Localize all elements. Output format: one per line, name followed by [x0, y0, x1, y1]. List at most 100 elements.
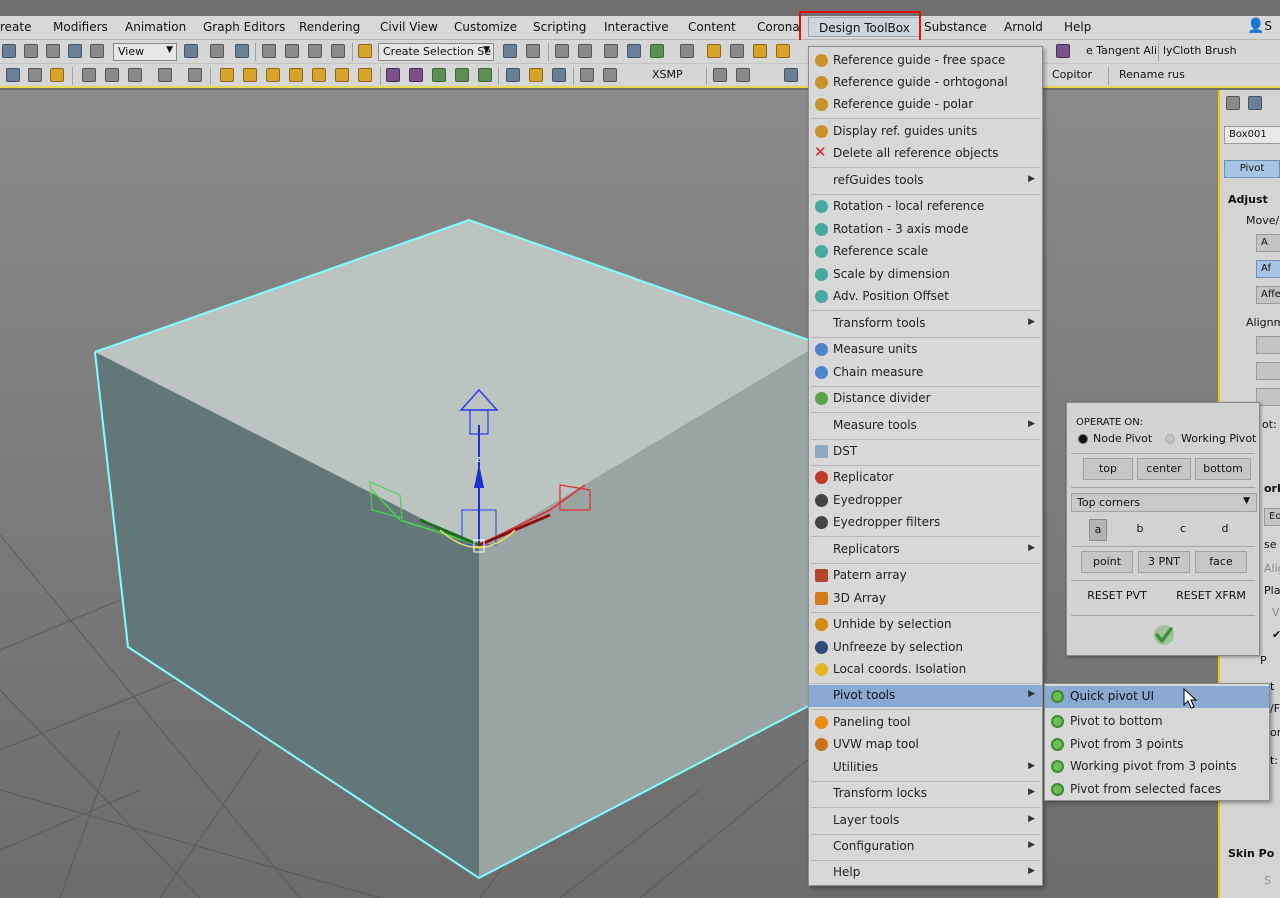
clipboard-icon[interactable] [580, 68, 594, 82]
align-icon[interactable] [526, 44, 540, 58]
box-icon[interactable] [220, 68, 234, 82]
menu-civil-view[interactable]: Civil View [380, 20, 438, 34]
working-pivot-radio[interactable] [1165, 434, 1175, 444]
foliage-icon[interactable] [432, 68, 446, 82]
menu-interactive[interactable]: Interactive [604, 20, 669, 34]
torus-icon[interactable] [266, 68, 280, 82]
point-button[interactable]: point [1081, 551, 1133, 573]
skin-pose-rollout-title[interactable]: Skin Po [1228, 847, 1274, 860]
menu-content[interactable]: Content [688, 20, 736, 34]
menu-item-replicator[interactable]: Replicator [809, 467, 1042, 489]
reset-pivot-button[interactable]: RESET PVT [1077, 586, 1157, 608]
cloth-brush-label[interactable]: lyCloth Brush [1163, 44, 1237, 57]
menu-item-ref-guide-free[interactable]: Reference guide - free space [809, 50, 1042, 72]
edit-named-selection-icon[interactable] [358, 44, 372, 58]
three-pnt-button[interactable]: 3 PNT [1138, 551, 1190, 573]
snaps-toggle-icon[interactable] [262, 44, 276, 58]
bottom-button[interactable]: bottom [1195, 458, 1251, 480]
corner-d-button[interactable]: d [1216, 519, 1234, 541]
list-icon[interactable] [713, 68, 727, 82]
center-to-object-button[interactable] [1256, 336, 1280, 354]
rename-label[interactable]: Rename rus [1119, 68, 1185, 81]
align-to-view-label[interactable]: Align [1264, 562, 1280, 575]
menu-item-configuration[interactable]: Configuration ▶ [809, 836, 1042, 858]
menu-item-replicators[interactable]: Replicators ▶ [809, 539, 1042, 561]
menu-item-distance-divider[interactable]: Distance divider [809, 388, 1042, 410]
menu-item-utilities[interactable]: Utilities ▶ [809, 757, 1042, 779]
viewport-icon[interactable] [6, 68, 20, 82]
submenu-item-pivot-from-3-points[interactable]: Pivot from 3 points [1045, 734, 1269, 756]
menu-corona[interactable]: Corona [757, 20, 800, 34]
percent-snap-icon[interactable] [308, 44, 322, 58]
center-button[interactable]: center [1137, 458, 1191, 480]
menu-animation[interactable]: Animation [125, 20, 186, 34]
menu-item-chain-measure[interactable]: Chain measure [809, 362, 1042, 384]
tree-icon[interactable] [478, 68, 492, 82]
menu-item-3d-array[interactable]: 3D Array [809, 588, 1042, 610]
menu-scripting[interactable]: Scripting [533, 20, 586, 34]
render-region-icon[interactable] [128, 68, 142, 82]
render-production-icon[interactable] [776, 44, 790, 58]
menu-item-transform-tools[interactable]: Transform tools ▶ [809, 313, 1042, 335]
working-pivot-title[interactable]: orkin [1264, 482, 1280, 495]
render-frame-icon[interactable] [707, 44, 721, 58]
menu-modifiers[interactable]: Modifiers [53, 20, 108, 34]
menu-item-scale-by-dimension[interactable]: Scale by dimension [809, 264, 1042, 286]
menu-item-rotation-local[interactable]: Rotation - local reference [809, 196, 1042, 218]
camera-icon[interactable] [158, 68, 172, 82]
schematic-view-icon[interactable] [627, 44, 641, 58]
use-working-pivot-label[interactable]: se W [1264, 538, 1280, 551]
eye-icon[interactable] [28, 68, 42, 82]
menu-item-rotation-3axis[interactable]: Rotation - 3 axis mode [809, 219, 1042, 241]
angle-snap-icon[interactable] [285, 44, 299, 58]
affect-hierarchy-button[interactable]: Affe [1256, 286, 1280, 304]
menu-item-uvw-map-tool[interactable]: UVW map tool [809, 734, 1042, 756]
menu-create[interactable]: reate [0, 20, 32, 34]
xsmp-label[interactable]: XSMP [652, 68, 683, 81]
menu-item-transform-locks[interactable]: Transform locks ▶ [809, 783, 1042, 805]
menu-item-measure-units[interactable]: Measure units [809, 339, 1042, 361]
bubbles-icon[interactable] [529, 68, 543, 82]
reference-coord-combo[interactable]: View ▼ [113, 43, 177, 61]
keyboard-shortcut-icon[interactable] [235, 44, 249, 58]
corner-c-button[interactable]: c [1174, 519, 1192, 541]
curve-editor-icon[interactable] [604, 44, 618, 58]
pivot-center-icon[interactable] [184, 44, 198, 58]
tangent-align-icon[interactable] [1056, 44, 1070, 58]
tangent-align-label[interactable]: e Tangent Ali [1086, 44, 1157, 57]
light-icon[interactable] [50, 68, 64, 82]
corners-dropdown[interactable]: Top corners ▼ [1071, 493, 1257, 512]
menu-item-help[interactable]: Help ▶ [809, 862, 1042, 884]
save-icon[interactable] [552, 68, 566, 82]
submenu-item-pivot-to-bottom[interactable]: Pivot to bottom [1045, 711, 1269, 733]
material-editor-icon[interactable] [650, 44, 664, 58]
cloud-icon[interactable] [105, 68, 119, 82]
teapot-primitive-icon[interactable] [289, 68, 303, 82]
menu-item-eyedropper[interactable]: Eyedropper [809, 490, 1042, 512]
cone-icon[interactable] [312, 68, 326, 82]
sun-icon[interactable] [335, 68, 349, 82]
submenu-item-pivot-from-faces[interactable]: Pivot from selected faces [1045, 779, 1269, 801]
tab-pivot[interactable]: Pivot [1224, 160, 1280, 178]
top-button[interactable]: top [1083, 458, 1133, 480]
menu-item-eyedropper-filters[interactable]: Eyedropper filters [809, 512, 1042, 534]
menu-customize[interactable]: Customize [454, 20, 517, 34]
object-name-field[interactable]: Box001 [1224, 126, 1280, 144]
select-move-icon[interactable] [24, 44, 38, 58]
menu-item-refguides-tools[interactable]: refGuides tools ▶ [809, 170, 1042, 192]
submenu-item-working-pivot-3-points[interactable]: Working pivot from 3 points [1045, 756, 1269, 778]
sphere-icon[interactable] [243, 68, 257, 82]
menu-arnold[interactable]: Arnold [1004, 20, 1043, 34]
menu-item-ref-guide-ortho[interactable]: Reference guide - orhtogonal [809, 72, 1042, 94]
menu-item-patern-array[interactable]: Patern array [809, 565, 1042, 587]
copitor-label[interactable]: Copitor [1052, 68, 1092, 81]
node-pivot-radio[interactable] [1078, 434, 1088, 444]
user-icon[interactable]: 👤S [1247, 18, 1272, 34]
corner-a-button[interactable]: a [1089, 519, 1107, 541]
corner-b-button[interactable]: b [1131, 519, 1149, 541]
face-button[interactable]: face [1195, 551, 1247, 573]
menu-item-dst[interactable]: DST [809, 441, 1042, 463]
menu-help[interactable]: Help [1064, 20, 1091, 34]
layer-manager-icon[interactable] [555, 44, 569, 58]
menu-substance[interactable]: Substance [924, 20, 987, 34]
